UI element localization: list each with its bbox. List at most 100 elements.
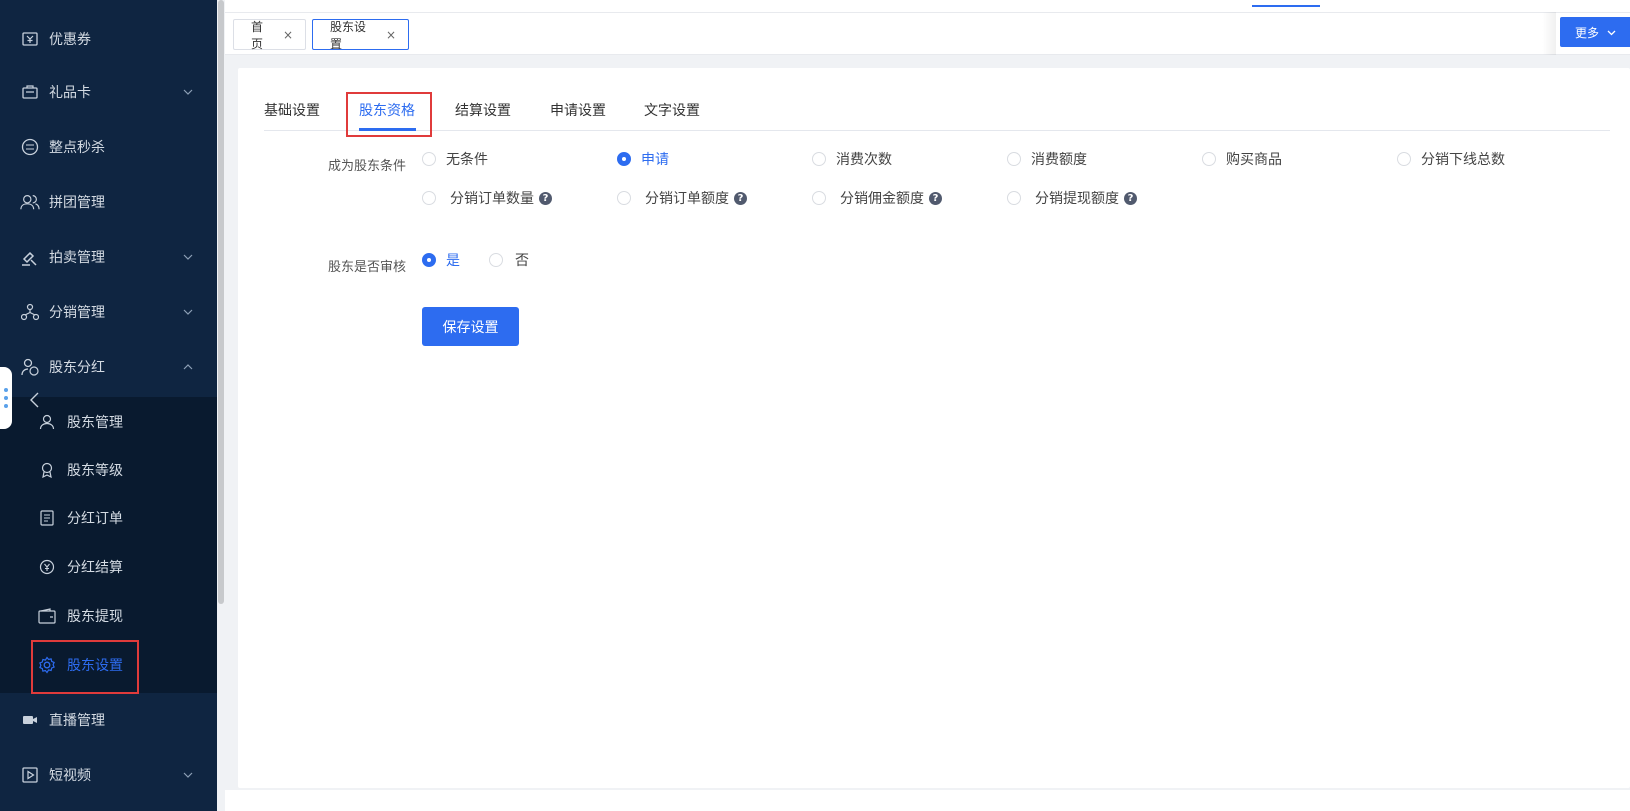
tab-label: 股东设置 bbox=[330, 19, 367, 51]
subtab-settlement-settings[interactable]: 结算设置 bbox=[455, 100, 511, 122]
radio-purchase-product[interactable]: 购买商品 bbox=[1202, 149, 1282, 169]
radio-distribution-order-count[interactable]: 分销订单数量? bbox=[422, 188, 552, 208]
chevron-down-icon bbox=[181, 305, 195, 319]
subtab-basic-settings[interactable]: 基础设置 bbox=[264, 100, 320, 122]
sidebar-item-flash-sale[interactable]: 整点秒杀 bbox=[0, 120, 217, 174]
close-icon[interactable]: × bbox=[386, 28, 396, 42]
radio-circle bbox=[1202, 152, 1216, 166]
radio-circle bbox=[1007, 191, 1021, 205]
wallet-icon bbox=[38, 607, 56, 625]
play-icon bbox=[20, 765, 40, 785]
shareholder-submenu: 股东管理 股东等级 分红订单 分红结算 股东提现 股东设置 bbox=[0, 397, 217, 693]
sidebar-item-label: 股东等级 bbox=[67, 462, 123, 479]
radio-label: 否 bbox=[515, 253, 529, 269]
sidebar-item-shareholder-levels[interactable]: 股东等级 bbox=[0, 445, 217, 494]
sidebar-item-label: 拍卖管理 bbox=[49, 250, 105, 266]
radio-distribution-commission-amount[interactable]: 分销佣金额度? bbox=[812, 188, 942, 208]
tab-home[interactable]: 首页 × bbox=[233, 19, 306, 51]
condition-label: 成为股东条件 bbox=[328, 159, 407, 174]
radio-no-condition[interactable]: 无条件 bbox=[422, 149, 488, 169]
user-icon bbox=[38, 413, 56, 431]
flash-sale-icon bbox=[20, 137, 40, 157]
gavel-icon bbox=[20, 247, 40, 267]
radio-label: 分销提现额度 bbox=[1035, 191, 1119, 207]
group-users-icon bbox=[20, 192, 40, 212]
sidebar-item-label: 礼品卡 bbox=[49, 85, 91, 101]
radio-consumption-amount[interactable]: 消费额度 bbox=[1007, 149, 1087, 169]
subtab-shareholder-qualification[interactable]: 股东资格 bbox=[359, 100, 415, 122]
sidebar-item-label: 股东提现 bbox=[67, 608, 123, 625]
sidebar-item-label: 分销管理 bbox=[49, 305, 105, 321]
sidebar-item-dividend-orders[interactable]: 分红订单 bbox=[0, 493, 217, 542]
sidebar-item-dividend-settlement[interactable]: 分红结算 bbox=[0, 542, 217, 591]
radio-label: 消费额度 bbox=[1031, 152, 1087, 168]
radio-audit-yes[interactable]: 是 bbox=[422, 250, 460, 270]
save-settings-button[interactable]: 保存设置 bbox=[422, 307, 519, 346]
chevron-up-icon bbox=[181, 360, 195, 374]
radio-circle bbox=[489, 253, 503, 267]
video-camera-icon bbox=[20, 710, 40, 730]
help-icon[interactable]: ? bbox=[929, 191, 942, 205]
sidebar-item-live-streaming[interactable]: 直播管理 bbox=[0, 693, 217, 747]
radio-downline-total[interactable]: 分销下线总数 bbox=[1397, 149, 1505, 169]
sidebar-item-gift-cards[interactable]: 礼品卡 bbox=[0, 65, 217, 119]
gear-icon bbox=[38, 655, 56, 674]
medal-icon bbox=[38, 461, 56, 479]
close-icon[interactable]: × bbox=[283, 28, 293, 42]
radio-label: 分销订单额度 bbox=[645, 191, 729, 207]
radio-label: 分销下线总数 bbox=[1421, 152, 1505, 168]
tab-strip-fade bbox=[1542, 12, 1556, 55]
sidebar-item-label: 股东分红 bbox=[49, 360, 105, 376]
network-icon bbox=[20, 302, 40, 322]
sidebar-item-auction[interactable]: 拍卖管理 bbox=[0, 230, 217, 284]
radio-label: 分销订单数量 bbox=[450, 191, 534, 207]
sidebar-item-label: 拼团管理 bbox=[49, 195, 105, 211]
audit-label: 股东是否审核 bbox=[328, 260, 407, 275]
sidebar-drag-handle[interactable] bbox=[0, 367, 12, 429]
radio-distribution-withdrawal-amount[interactable]: 分销提现额度? bbox=[1007, 188, 1137, 208]
handle-dot bbox=[4, 388, 8, 392]
sidebar-item-short-video[interactable]: 短视频 bbox=[0, 748, 217, 802]
sidebar-item-label: 直播管理 bbox=[49, 713, 105, 729]
sidebar-item-group-buy[interactable]: 拼团管理 bbox=[0, 175, 217, 229]
sidebar-item-coupons[interactable]: 优惠券 bbox=[0, 12, 217, 66]
radio-distribution-order-amount[interactable]: 分销订单额度? bbox=[617, 188, 747, 208]
footer-strip bbox=[225, 790, 1630, 811]
help-icon[interactable]: ? bbox=[1124, 191, 1137, 205]
sidebar-item-shareholder-dividend[interactable]: 股东分红 bbox=[0, 340, 217, 394]
subtab-active-underline bbox=[359, 128, 416, 131]
help-icon[interactable]: ? bbox=[539, 191, 552, 205]
radio-circle bbox=[617, 191, 631, 205]
sidebar-item-distribution[interactable]: 分销管理 bbox=[0, 285, 217, 339]
more-tabs-button[interactable]: 更多 bbox=[1560, 17, 1630, 47]
top-nav-active-indicator bbox=[1252, 5, 1320, 7]
radio-label: 购买商品 bbox=[1226, 152, 1282, 168]
radio-circle bbox=[1007, 152, 1021, 166]
tab-shareholder-settings[interactable]: 股东设置 × bbox=[312, 19, 409, 51]
radio-label: 申请 bbox=[641, 152, 669, 168]
page-tab-strip: 首页 × 股东设置 × bbox=[225, 12, 1630, 55]
radio-circle bbox=[812, 152, 826, 166]
radio-circle bbox=[1397, 152, 1411, 166]
radio-label: 是 bbox=[446, 253, 460, 269]
sidebar-item-shareholder-withdrawal[interactable]: 股东提现 bbox=[0, 591, 217, 640]
sidebar-item-label: 优惠券 bbox=[49, 32, 91, 48]
sidebar-item-label: 分红结算 bbox=[67, 559, 123, 576]
radio-label: 无条件 bbox=[446, 152, 488, 168]
radio-audit-no[interactable]: 否 bbox=[489, 250, 529, 270]
handle-dot bbox=[4, 404, 8, 408]
sidebar-scrollbar-thumb[interactable] bbox=[218, 0, 224, 604]
sidebar-item-shareholder-settings[interactable]: 股东设置 bbox=[0, 640, 217, 689]
gift-card-icon bbox=[20, 82, 40, 102]
document-icon bbox=[38, 509, 56, 527]
handle-dot bbox=[4, 396, 8, 400]
help-icon[interactable]: ? bbox=[734, 191, 747, 205]
chevron-down-icon bbox=[181, 250, 195, 264]
radio-circle bbox=[617, 152, 631, 166]
tab-label: 首页 bbox=[251, 19, 264, 51]
collapse-sidebar-icon[interactable] bbox=[28, 390, 42, 410]
subtab-text-settings[interactable]: 文字设置 bbox=[644, 100, 700, 122]
radio-consumption-count[interactable]: 消费次数 bbox=[812, 149, 892, 169]
radio-apply[interactable]: 申请 bbox=[617, 149, 669, 169]
subtab-application-settings[interactable]: 申请设置 bbox=[550, 100, 606, 122]
